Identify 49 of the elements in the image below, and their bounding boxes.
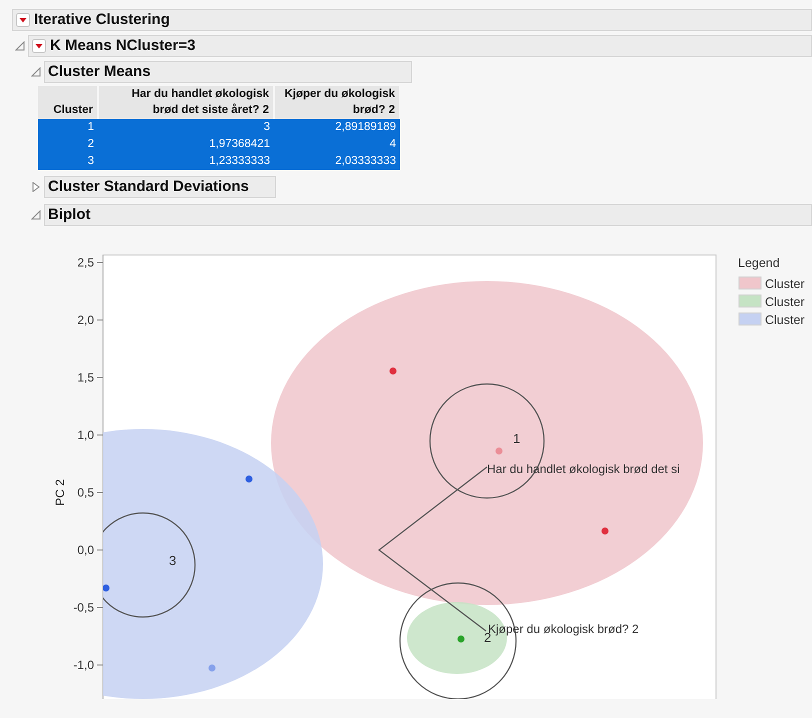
table-cell: 1,97368421 (209, 138, 270, 150)
legend-title: Legend (738, 256, 780, 270)
table-cell: 3 (264, 121, 270, 134)
data-point (458, 636, 464, 643)
table-cell: 1,23333333 (209, 155, 270, 168)
menu-icon[interactable] (16, 13, 30, 27)
tick-label: -1,0 (73, 658, 94, 672)
table-cell: 2,03333333 (335, 155, 396, 168)
tick-label: 2,0 (77, 313, 94, 328)
outline-title: Cluster Standard Deviations (48, 176, 249, 197)
collapse-triangle-icon[interactable] (15, 41, 25, 51)
menu-icon[interactable] (32, 39, 46, 53)
table-cell: 4 (390, 138, 396, 150)
column-header: Cluster (38, 86, 98, 120)
tick-label: 0,0 (77, 543, 94, 558)
table-cell: 1 (88, 121, 94, 134)
outline-title: K Means NCluster=3 (50, 36, 196, 56)
table-row[interactable]: 3 1,23333333 2,03333333 (38, 153, 400, 170)
cluster-label: 2 (484, 630, 492, 646)
table-row[interactable]: 2 1,97368421 4 (38, 136, 400, 154)
expand-triangle-icon[interactable] (31, 182, 41, 192)
tick-label: 0,5 (77, 486, 94, 500)
outline-title: Iterative Clustering (34, 10, 170, 30)
collapse-triangle-icon[interactable] (31, 67, 41, 77)
tick-label: 1,5 (77, 370, 94, 385)
table-cell: 2 (88, 138, 94, 150)
data-point (246, 476, 252, 483)
legend-label: Cluster (765, 277, 805, 292)
data-point (208, 664, 216, 672)
data-point (602, 528, 608, 535)
cluster-label: 3 (169, 553, 176, 568)
data-point (496, 448, 502, 455)
tick-label: 1,0 (77, 428, 94, 442)
column-header: Har du handlet økologisk brød det siste året? 2 (98, 86, 274, 120)
legend-label: Cluster (765, 313, 805, 328)
outline-title: Biplot (48, 204, 90, 225)
cluster-label: 1 (513, 431, 520, 446)
outline-title: Cluster Means (48, 62, 151, 82)
table-cell: 3 (88, 155, 94, 168)
data-point (390, 368, 396, 375)
collapse-triangle-icon[interactable] (31, 210, 41, 220)
tick-label: 2,5 (77, 256, 94, 270)
column-header: Kjøper du økologisk brød? 2 (274, 86, 400, 120)
data-point (103, 584, 110, 592)
table-row[interactable]: 1 3 2,89189189 (38, 119, 400, 136)
tick-label: -0,5 (73, 600, 94, 615)
axis-title: PC 2 (53, 479, 67, 506)
table-cell: 2,89189189 (335, 121, 396, 134)
legend-label: Cluster (765, 295, 805, 310)
